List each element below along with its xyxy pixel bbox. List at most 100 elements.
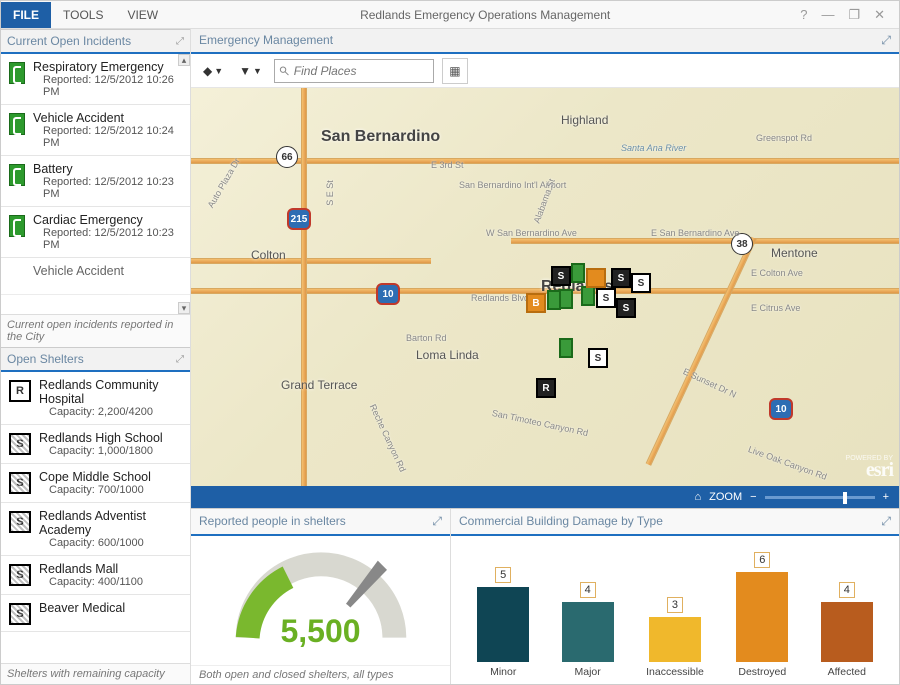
search-icon [279,65,290,77]
search-input[interactable] [274,59,434,83]
gauge-value: 5,500 [226,613,416,650]
expand-icon[interactable]: ⤢ [176,354,184,365]
incident-item[interactable]: Cardiac EmergencyReported: 12/5/2012 10:… [1,207,190,258]
map-marker[interactable]: S [631,273,651,293]
bar-category: Minor [490,666,516,678]
bar [477,587,529,662]
city-label: Colton [251,248,286,262]
bar-category: Destroyed [738,666,786,678]
shelters-footer: Shelters with remaining capacity [1,663,190,684]
city-label: Mentone [771,246,818,260]
map-marker[interactable]: S [596,288,616,308]
shelter-item[interactable]: R Redlands Community HospitalCapacity: 2… [1,372,190,425]
city-label: Loma Linda [416,348,479,362]
map-marker[interactable]: R [536,378,556,398]
layers-icon: ◆ [203,64,212,78]
window-title: Redlands Emergency Operations Management [170,8,800,22]
map-marker[interactable]: S [611,268,631,288]
incident-title: Battery [33,162,182,176]
map-marker[interactable]: S [551,266,571,286]
street-label: San Timoteo Canyon Rd [491,408,589,438]
main-area: Emergency Management ⤢ ◆▼ ▼▼ ▦ [191,29,899,684]
map-canvas[interactable]: 215 10 10 66 38 San Bernardino Highland … [191,88,899,486]
chart-panel: Commercial Building Damage by Type ⤢ 5 Min… [451,509,899,684]
street-label: W San Bernardino Ave [486,228,577,238]
shelter-item[interactable]: S Beaver Medical [1,595,190,632]
expand-icon[interactable]: ⤢ [176,36,184,47]
filter-dropdown[interactable]: ▼▼ [235,64,266,78]
incident-item[interactable]: Respiratory Emergency Reported: 12/5/201… [1,54,190,105]
bar-value: 5 [495,567,511,583]
expand-icon[interactable]: ⤢ [432,514,442,529]
incidents-header: Current Open Incidents ⤢ [1,29,190,54]
map-header: Emergency Management ⤢ [191,29,899,54]
shelters-list: R Redlands Community HospitalCapacity: 2… [1,372,190,663]
incident-item[interactable]: Vehicle Accident [1,258,190,295]
highway-shield: 10 [376,283,400,305]
zoom-slider[interactable] [765,496,875,499]
map-marker[interactable] [581,286,595,306]
incidents-list: ▴ Respiratory Emergency Reported: 12/5/2… [1,54,190,314]
scroll-down-icon[interactable]: ▾ [178,302,190,314]
incident-item[interactable]: BatteryReported: 12/5/2012 10:23 PM [1,156,190,207]
zoom-out-icon[interactable]: − [750,491,756,503]
scroll-up-icon[interactable]: ▴ [178,54,190,66]
help-icon[interactable]: ? [800,7,807,23]
gauge: 5,500 [226,546,416,656]
menu-file[interactable]: FILE [1,2,51,28]
gauge-title: Reported people in shelters [199,514,346,529]
shelter-icon: S [9,511,31,533]
home-icon[interactable]: ⌂ [694,491,701,503]
incident-item[interactable]: Vehicle AccidentReported: 12/5/2012 10:2… [1,105,190,156]
shelter-icon: S [9,603,31,625]
shelter-item[interactable]: S Redlands MallCapacity: 400/1100 [1,556,190,595]
street-label: E Colton Ave [751,268,803,278]
shelter-title: Redlands Mall [39,562,182,576]
bar-group: 6 Destroyed [736,552,788,678]
minimize-icon[interactable]: — [821,7,834,23]
map-marker[interactable] [571,263,585,283]
shelter-capacity: Capacity: 400/1100 [39,576,182,588]
shelter-capacity: Capacity: 600/1000 [39,537,182,549]
shelter-item[interactable]: S Redlands Adventist AcademyCapacity: 60… [1,503,190,556]
street-label: Live Oak Canyon Rd [747,444,828,482]
bar-group: 4Major [562,582,614,678]
chart-title: Commercial Building Damage by Type [459,514,663,529]
map-marker[interactable] [559,289,573,309]
bar [562,602,614,662]
bar-value: 4 [580,582,596,598]
city-label: San Bernardino [321,128,440,146]
menu-view[interactable]: VIEW [115,2,170,28]
zoom-in-icon[interactable]: + [883,491,889,503]
bar-group: 3Inaccessible [646,597,704,678]
bar-value: 6 [754,552,770,568]
incident-reported: Reported: 12/5/2012 10:23 PM [33,176,182,200]
maximize-icon[interactable]: ❐ [848,7,860,23]
map-marker[interactable] [586,268,606,288]
map-marker[interactable]: S [588,348,608,368]
close-icon[interactable]: ✕ [874,7,885,23]
expand-icon[interactable]: ⤢ [881,33,891,48]
bar-value: 4 [839,582,855,598]
menu-tools[interactable]: TOOLS [51,2,115,28]
bar-value: 3 [667,597,683,613]
map-marker[interactable]: B [526,293,546,313]
map-marker[interactable]: S [616,298,636,318]
city-label: Grand Terrace [281,378,357,392]
expand-icon[interactable]: ⤢ [881,514,891,529]
city-label: Highland [561,113,608,127]
incident-reported: Reported: 12/5/2012 10:23 PM [33,227,182,251]
highway-shield: 10 [769,398,793,420]
highway-shield: 215 [287,208,311,230]
layers-dropdown[interactable]: ◆▼ [199,64,227,78]
shelters-header: Open Shelters ⤢ [1,347,190,372]
shelter-icon: S [9,472,31,494]
search-field[interactable] [294,64,429,78]
basemap-button[interactable]: ▦ [442,58,468,84]
incident-reported: Reported: 12/5/2012 10:26 PM [33,74,182,98]
shelter-capacity: Capacity: 2,200/4200 [39,406,182,418]
shelter-item[interactable]: S Cope Middle SchoolCapacity: 700/1000 [1,464,190,503]
shelter-item[interactable]: S Redlands High SchoolCapacity: 1,000/18… [1,425,190,464]
shelter-capacity: Capacity: 700/1000 [39,484,182,496]
map-marker[interactable] [559,338,573,358]
